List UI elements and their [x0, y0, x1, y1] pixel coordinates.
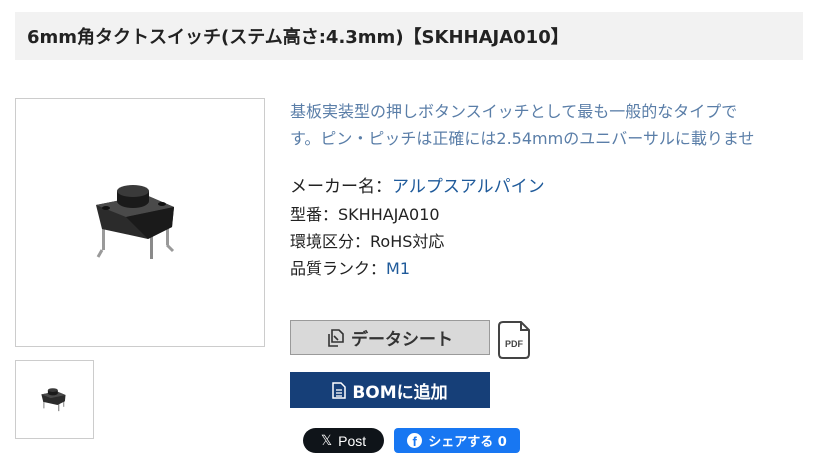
spec-env-label: 環境区分：	[290, 232, 371, 251]
description-line: す。ピン・ピッチは正確には2.54mmのユニバーサルに載りませ	[290, 129, 755, 148]
copy-document-icon	[328, 328, 344, 347]
facebook-share-label: シェアする 0	[428, 435, 507, 450]
description-line: 基板実装型の押しボタンスイッチとして最も一般的なタイプで	[290, 102, 738, 121]
tact-switch-image	[96, 184, 175, 259]
spec-maker: メーカー名：アルプスアルパイン	[290, 174, 545, 201]
tact-switch-thumbnail-image	[40, 387, 66, 411]
spec-model: 型番：SKHHAJA010	[290, 201, 545, 228]
product-title: 6mm角タクトスイッチ(ステム高さ:4.3mm)【SKHHAJA010】	[15, 12, 803, 60]
spec-list: メーカー名：アルプスアルパイン 型番：SKHHAJA010 環境区分：RoHS対…	[290, 174, 545, 282]
x-post-button[interactable]: 𝕏 Post	[303, 428, 384, 453]
x-logo-icon: 𝕏	[320, 432, 333, 448]
spec-model-label: 型番：	[290, 205, 339, 224]
facebook-share-button[interactable]: f シェアする 0	[394, 428, 520, 453]
datasheet-label: データシート	[351, 330, 453, 350]
spec-quality-label: 品質ランク：	[290, 259, 387, 278]
bom-label: BOMに追加	[352, 382, 448, 403]
spec-model-value: SKHHAJA010	[338, 205, 440, 224]
add-to-bom-button[interactable]: BOMに追加	[290, 372, 490, 408]
datasheet-button[interactable]: データシート	[290, 320, 490, 355]
spec-env-value: RoHS対応	[370, 232, 445, 251]
product-description: 基板実装型の押しボタンスイッチとして最も一般的なタイプで す。ピン・ピッチは正確…	[290, 98, 810, 152]
product-thumbnail[interactable]	[15, 360, 94, 439]
quality-rank-link[interactable]: M1	[386, 259, 410, 278]
pdf-file-icon[interactable]: PDF	[497, 320, 531, 360]
product-main-image	[15, 98, 265, 347]
facebook-icon: f	[407, 433, 423, 448]
x-post-label: Post	[338, 432, 367, 449]
spec-quality: 品質ランク：M1	[290, 255, 545, 282]
pdf-label: PDF	[505, 339, 524, 349]
spec-maker-label: メーカー名：	[290, 177, 392, 197]
maker-link[interactable]: アルプスアルパイン	[392, 177, 545, 197]
document-icon	[332, 381, 347, 399]
spec-environment: 環境区分：RoHS対応	[290, 228, 545, 255]
